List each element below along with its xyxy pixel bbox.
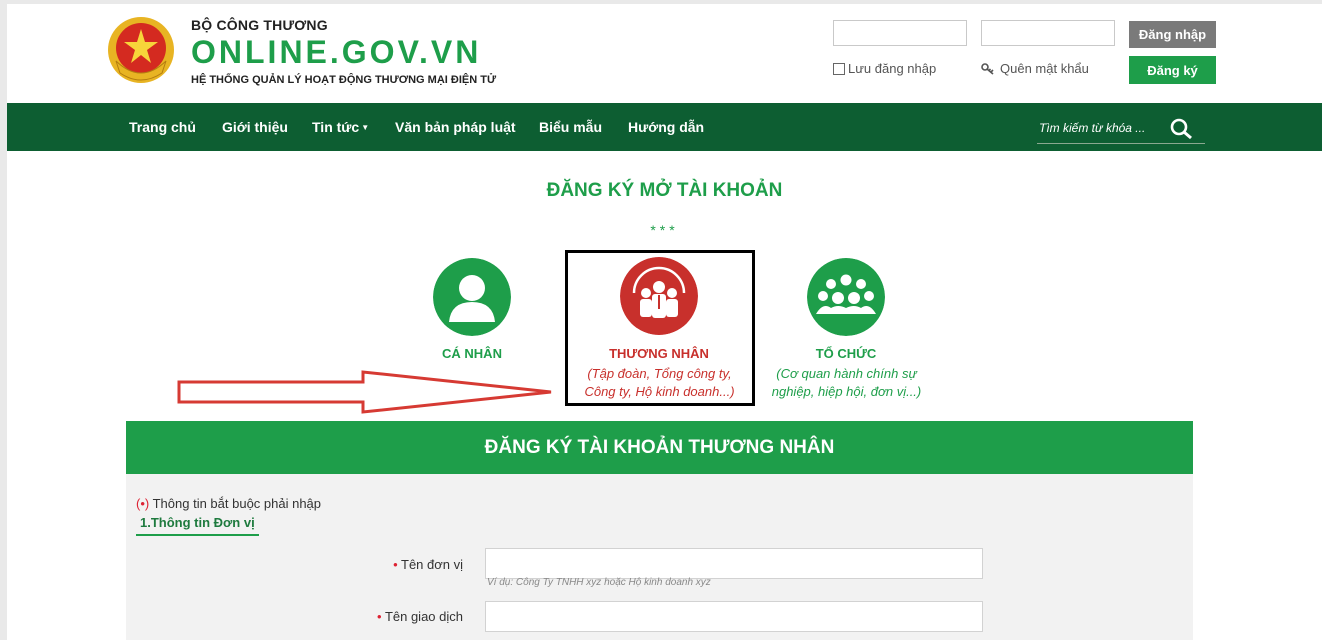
annotation-arrow [177,370,552,414]
form-body: (•) Thông tin bắt buộc phải nhập 1.Thông… [126,474,1193,640]
ministry-name: BỘ CÔNG THƯƠNG [191,17,328,33]
login-button[interactable]: Đăng nhập [1129,21,1216,48]
required-marker: (•) [136,496,150,511]
selected-type-highlight [565,250,755,406]
nav-item-about[interactable]: Giới thiệu [222,119,288,135]
national-emblem-icon [108,17,174,83]
nav-item-forms[interactable]: Biểu mẫu [539,119,602,135]
register-button[interactable]: Đăng ký [1129,56,1216,84]
field-label-trade-name: • Tên giao dịch [377,609,463,624]
username-input[interactable] [833,20,967,46]
nav-item-home[interactable]: Trang chủ [129,119,196,135]
password-input[interactable] [981,20,1115,46]
site-subtitle: HỆ THỐNG QUẢN LÝ HOẠT ĐỘNG THƯƠNG MẠI ĐI… [191,74,497,86]
main-nav: Trang chủ Giới thiệu Tin tức ▼ Văn bản ph… [7,103,1322,151]
unit-name-hint: Ví dụ: Công Ty TNHH xyz hoặc Hộ kinh doa… [487,577,711,588]
title-divider-stars: *** [650,222,679,238]
person-icon[interactable] [433,258,511,336]
search-icon[interactable] [1169,117,1195,141]
remember-label: Lưu đăng nhập [848,61,937,76]
remember-checkbox[interactable] [833,62,845,75]
trade-name-input[interactable] [485,601,983,632]
page: BỘ CÔNG THƯƠNG ONLINE.GOV.VN HỆ THỐNG QU… [7,4,1322,640]
search-input[interactable]: Tìm kiếm từ khóa ... [1039,121,1145,135]
nav-item-news-label: Tin tức [312,119,360,135]
forgot-label: Quên mật khẩu [1000,61,1089,76]
caret-down-icon: ▼ [361,123,370,132]
page-title: ĐĂNG KÝ MỞ TÀI KHOẢN [546,180,783,201]
remember-login[interactable]: Lưu đăng nhập [833,61,936,76]
forgot-password-link[interactable]: Quên mật khẩu [981,61,1089,76]
nav-item-guide[interactable]: Hướng dẫn [628,119,704,135]
required-note-text: Thông tin bắt buộc phải nhập [152,496,322,511]
form-heading: ĐĂNG KÝ TÀI KHOẢN THƯƠNG NHÂN [126,421,1193,474]
field-label-unit-name: • Tên đơn vị [393,557,463,572]
key-icon [981,62,994,75]
search-box[interactable]: Tìm kiếm từ khóa ... [1037,115,1205,144]
account-type-organization-desc: (Cơ quan hành chính sự nghiệp, hiệp hội,… [771,366,922,399]
section-title: 1.Thông tin Đơn vị [136,515,259,536]
site-logo-text[interactable]: ONLINE.GOV.VN [191,34,481,70]
account-type-individual[interactable]: CÁ NHÂN [417,346,527,361]
account-type-organization[interactable]: TỔ CHỨC [791,346,901,361]
unit-name-input[interactable] [485,548,983,579]
nav-item-news[interactable]: Tin tức ▼ [312,119,369,135]
nav-item-legal[interactable]: Văn bản pháp luật [395,119,516,135]
required-note: (•) Thông tin bắt buộc phải nhập [136,496,321,511]
organization-icon[interactable] [807,258,885,336]
